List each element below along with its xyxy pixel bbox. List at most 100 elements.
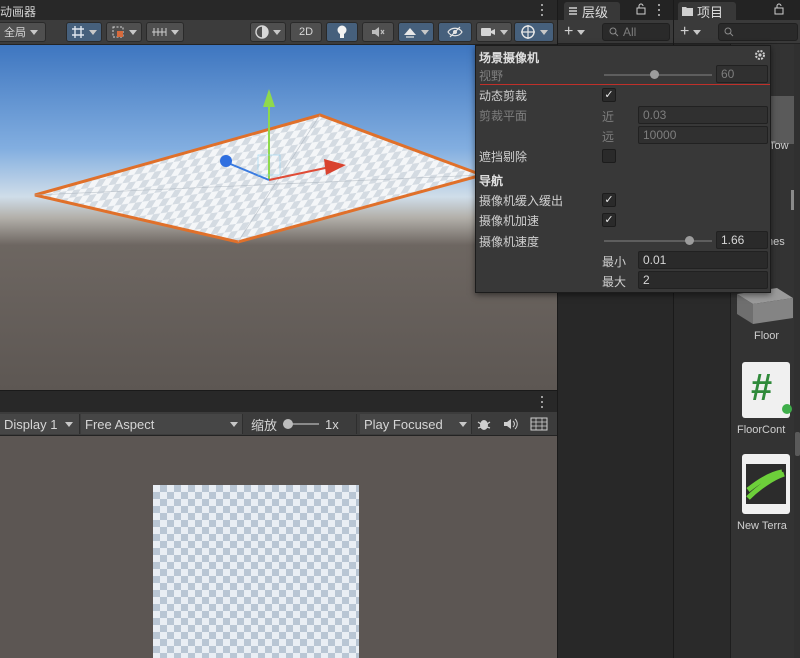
hierarchy-tab-label: 层级: [582, 4, 609, 20]
create-button[interactable]: +: [564, 24, 594, 40]
speed-slider-track[interactable]: [604, 240, 712, 242]
game-viewport[interactable]: [0, 436, 557, 658]
scene-tab[interactable]: 动画器: [0, 0, 42, 20]
z-axis-handle[interactable]: [220, 155, 232, 167]
snap-icon: [112, 26, 124, 38]
lighting-toggle-button[interactable]: [326, 22, 358, 42]
scale-label: 缩放: [251, 417, 278, 433]
dynamic-clipping-checkbox[interactable]: ✓: [602, 88, 616, 102]
hierarchy-tab-bar: 层级: [558, 0, 674, 20]
scale-value: 1x: [325, 416, 339, 432]
asset-thumbnail-terrain[interactable]: [742, 454, 790, 514]
grid-snap-button[interactable]: [66, 22, 102, 42]
display-dropdown[interactable]: Display 1: [0, 414, 80, 434]
gizmo-icon: [521, 25, 535, 39]
acceleration-checkbox[interactable]: ✓: [602, 213, 616, 227]
hierarchy-tab[interactable]: 层级: [564, 2, 620, 20]
game-render-area: [153, 485, 359, 658]
camera-speed-label: 摄像机速度: [479, 234, 540, 249]
increment-snap-button[interactable]: [106, 22, 142, 42]
terrain-icon: [746, 464, 786, 504]
2d-label: 2D: [298, 26, 314, 38]
scene-camera-panel: 场景摄像机 视野 60 动态剪裁 ✓ 剪裁平面 近 0.03 远 10000 遮…: [475, 45, 771, 293]
fov-field[interactable]: 60: [716, 65, 768, 83]
game-tab-bar: [0, 390, 557, 412]
project-toolbar: +: [674, 20, 800, 44]
asset-label-floorcont: FloorCont: [737, 424, 786, 436]
max-label: 最大: [602, 275, 627, 289]
draw-mode-button[interactable]: [250, 22, 286, 42]
scene-render: [34, 89, 487, 244]
global-label: 全局: [4, 27, 26, 39]
fov-slider-knob[interactable]: [650, 70, 659, 79]
hierarchy-more-icon[interactable]: [654, 3, 664, 17]
near-field[interactable]: 0.03: [638, 106, 768, 124]
far-field[interactable]: 10000: [638, 126, 768, 144]
project-plus-icon: +: [680, 23, 690, 40]
scale-slider[interactable]: [283, 419, 320, 429]
scene-visibility-button[interactable]: [438, 22, 472, 42]
project-tab[interactable]: 项目: [678, 2, 736, 20]
asset-label-tower: Tow: [769, 140, 789, 152]
floor-plane[interactable]: [34, 113, 487, 244]
camera-settings-button[interactable]: [476, 22, 512, 42]
speed-field[interactable]: 1.66: [716, 231, 768, 249]
asset-label-floor: Floor: [754, 330, 780, 342]
game-toolbar: Display 1 Free Aspect 缩放 1x Play Focused: [0, 412, 557, 436]
aspect-label: Free Aspect: [85, 416, 155, 432]
stats-icon[interactable]: [530, 417, 548, 434]
scene-tab-label: 动画器: [0, 5, 37, 19]
audio-toggle-button[interactable]: [362, 22, 394, 42]
project-scrollbar-thumb[interactable]: [795, 432, 800, 456]
folder-icon: [682, 7, 693, 16]
easing-label: 摄像机缓入缓出: [479, 193, 564, 208]
hierarchy-search-placeholder: All: [623, 25, 637, 39]
project-search-input[interactable]: [718, 23, 798, 41]
scale-control: 缩放 1x: [247, 414, 357, 434]
project-lock-icon[interactable]: [774, 3, 784, 18]
lock-icon[interactable]: [636, 3, 646, 18]
grid-icon: [72, 26, 84, 38]
dynamic-clipping-label: 动态剪裁: [479, 88, 528, 103]
2d-toggle-button[interactable]: 2D: [290, 22, 322, 42]
scene-viewport[interactable]: [0, 45, 557, 390]
effects-icon: [404, 28, 416, 38]
gizmos-button[interactable]: [514, 22, 554, 42]
scene-more-icon[interactable]: [537, 3, 547, 17]
asset-label-terrain: New Terra: [737, 520, 787, 532]
max-field[interactable]: 2: [638, 271, 768, 289]
project-scrollbar[interactable]: [794, 44, 800, 658]
project-tab-label: 项目: [697, 4, 724, 20]
game-more-icon[interactable]: [537, 395, 547, 409]
camera-icon: [481, 28, 495, 36]
status-dot-icon: [782, 404, 792, 414]
plus-icon: +: [564, 23, 574, 40]
camera-panel-title: 场景摄像机: [479, 50, 540, 65]
scale-slider-knob[interactable]: [283, 419, 294, 429]
pivot-global-dropdown[interactable]: 全局: [0, 22, 46, 42]
hierarchy-toolbar: + All: [558, 20, 674, 44]
ruler-button[interactable]: [146, 22, 184, 42]
list-icon: [569, 7, 577, 15]
scene-toolbar: 全局 2D: [0, 20, 557, 45]
clipping-planes-label: 剪裁平面: [479, 108, 528, 123]
aspect-dropdown[interactable]: Free Aspect: [81, 414, 243, 434]
play-mode-dropdown[interactable]: Play Focused: [360, 414, 472, 434]
y-axis-handle[interactable]: [263, 89, 275, 107]
camera-settings-gear-icon[interactable]: [754, 49, 766, 64]
display-label: Display 1: [4, 416, 58, 432]
near-label: 近: [602, 110, 615, 124]
speed-slider-knob[interactable]: [685, 236, 694, 245]
occlusion-culling-label: 遮挡剔除: [479, 149, 528, 164]
project-create-button[interactable]: +: [680, 24, 710, 40]
bug-icon[interactable]: [476, 416, 492, 435]
ruler-icon: [152, 28, 167, 36]
speaker-icon[interactable]: [503, 417, 519, 434]
min-label: 最小: [602, 255, 627, 269]
hierarchy-search-input[interactable]: All: [602, 23, 670, 41]
effects-button[interactable]: [398, 22, 434, 42]
scene-tab-bar: 动画器: [0, 0, 557, 20]
occlusion-culling-checkbox[interactable]: [602, 149, 616, 163]
min-field[interactable]: 0.01: [638, 251, 768, 269]
easing-checkbox[interactable]: ✓: [602, 193, 616, 207]
